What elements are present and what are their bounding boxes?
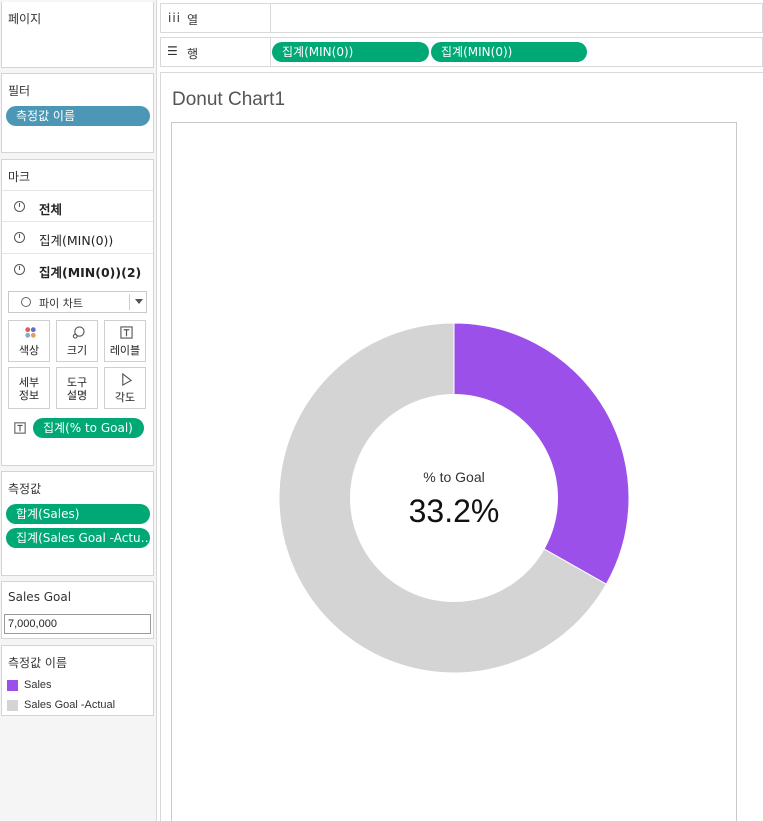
pie-mark-icon (14, 232, 25, 243)
marks-tab-min0-2-label: 집계(MIN(0))(2) (39, 265, 142, 280)
text-field-icon (14, 422, 26, 434)
center-value: 33.2% (408, 493, 500, 529)
rows-shelf-icon: ☰ (167, 44, 178, 58)
marks-card-title: 마크 (8, 170, 31, 184)
measure-pill-sales[interactable]: 합계(Sales) (6, 504, 150, 524)
pie-mark-icon (14, 201, 25, 212)
pages-card-title: 페이지 (8, 12, 42, 26)
marks-tab-min0-2[interactable]: 집계(MIN(0))(2) (2, 254, 153, 286)
columns-shelf-label: 열 (187, 13, 199, 27)
dropdown-separator (129, 294, 130, 310)
legend-card: 측정값 이름 Sales Sales Goal -Actual (1, 645, 154, 716)
legend-swatch-sales-goal (7, 700, 18, 711)
legend-item-sales-goal[interactable]: Sales Goal -Actual (2, 697, 153, 715)
filters-card-title: 필터 (8, 84, 31, 98)
legend-label-sales-goal: Sales Goal -Actual (24, 699, 116, 711)
label-button-label: 레이블 (109, 344, 141, 357)
marks-tab-min0[interactable]: 집계(MIN(0)) (2, 222, 153, 254)
columns-shelf-icon: iii (168, 11, 182, 25)
size-button-label: 크기 (66, 344, 88, 357)
measure-values-title: 측정값 (8, 482, 42, 496)
legend-label-sales: Sales (24, 679, 52, 691)
detail-button-label: 세부 정보 (18, 376, 40, 402)
marks-card: 마크 전체 집계(MIN(0)) 집계(MIN(0))(2) 파이 차트 색상 (1, 159, 154, 466)
parameter-card: Sales Goal (1, 581, 154, 639)
chevron-down-icon[interactable] (135, 299, 143, 304)
size-icon (72, 326, 85, 339)
tooltip-button-label: 도구 설명 (66, 376, 88, 402)
sales-goal-input[interactable] (4, 614, 151, 634)
chart-area: % to Goal 33.2% (171, 122, 737, 821)
parameter-title: Sales Goal (8, 590, 72, 604)
row-pill-2[interactable]: 집계(MIN(0)) (431, 42, 587, 62)
angle-button-label: 각도 (114, 391, 136, 404)
worksheet-title: Donut Chart1 (172, 89, 286, 110)
left-panel: 페이지 필터 측정값 이름 마크 전체 집계(MIN(0)) 집계(MIN(0)… (0, 0, 157, 821)
mark-type-dropdown[interactable]: 파이 차트 (8, 291, 147, 313)
detail-button[interactable]: 세부 정보 (8, 367, 50, 409)
shelf-divider (270, 4, 271, 32)
tooltip-button[interactable]: 도구 설명 (56, 367, 98, 409)
filters-card: 필터 측정값 이름 (1, 73, 154, 153)
marks-tab-all[interactable]: 전체 (2, 190, 153, 222)
row-pill-1[interactable]: 집계(MIN(0)) (272, 42, 429, 62)
color-dots-icon (25, 327, 36, 338)
center-label: % to Goal (423, 469, 485, 485)
color-button-label: 색상 (18, 344, 40, 357)
measure-values-card: 측정값 합계(Sales) 집계(Sales Goal -Actu… (1, 471, 154, 576)
filter-pill-measure-names[interactable]: 측정값 이름 (6, 106, 150, 126)
text-label-icon (120, 326, 133, 339)
marks-tab-all-label: 전체 (39, 202, 63, 217)
size-button[interactable]: 크기 (56, 320, 98, 362)
pie-chart-icon (21, 297, 31, 307)
pie-mark-icon (14, 264, 25, 275)
pages-card[interactable]: 페이지 (1, 2, 154, 68)
legend-item-sales[interactable]: Sales (2, 677, 153, 695)
marks-tab-min0-label: 집계(MIN(0)) (39, 233, 114, 248)
angle-icon (122, 373, 133, 386)
rows-shelf-label: 행 (187, 47, 199, 61)
worksheet-view: Donut Chart1 % to Goal 33.2% (160, 72, 763, 821)
legend-title: 측정값 이름 (8, 656, 68, 670)
label-button[interactable]: 레이블 (104, 320, 146, 362)
label-field-pill[interactable]: 집계(% to Goal) (33, 418, 144, 438)
shelf-divider (270, 38, 271, 66)
rows-shelf[interactable]: ☰ 행 집계(MIN(0)) 집계(MIN(0)) (160, 37, 763, 67)
legend-swatch-sales (7, 680, 18, 691)
angle-button[interactable]: 각도 (104, 367, 146, 409)
color-button[interactable]: 색상 (8, 320, 50, 362)
mark-type-value: 파이 차트 (39, 297, 83, 310)
measure-pill-sales-goal[interactable]: 집계(Sales Goal -Actu… (6, 528, 150, 548)
columns-shelf[interactable]: iii 열 (160, 3, 763, 33)
